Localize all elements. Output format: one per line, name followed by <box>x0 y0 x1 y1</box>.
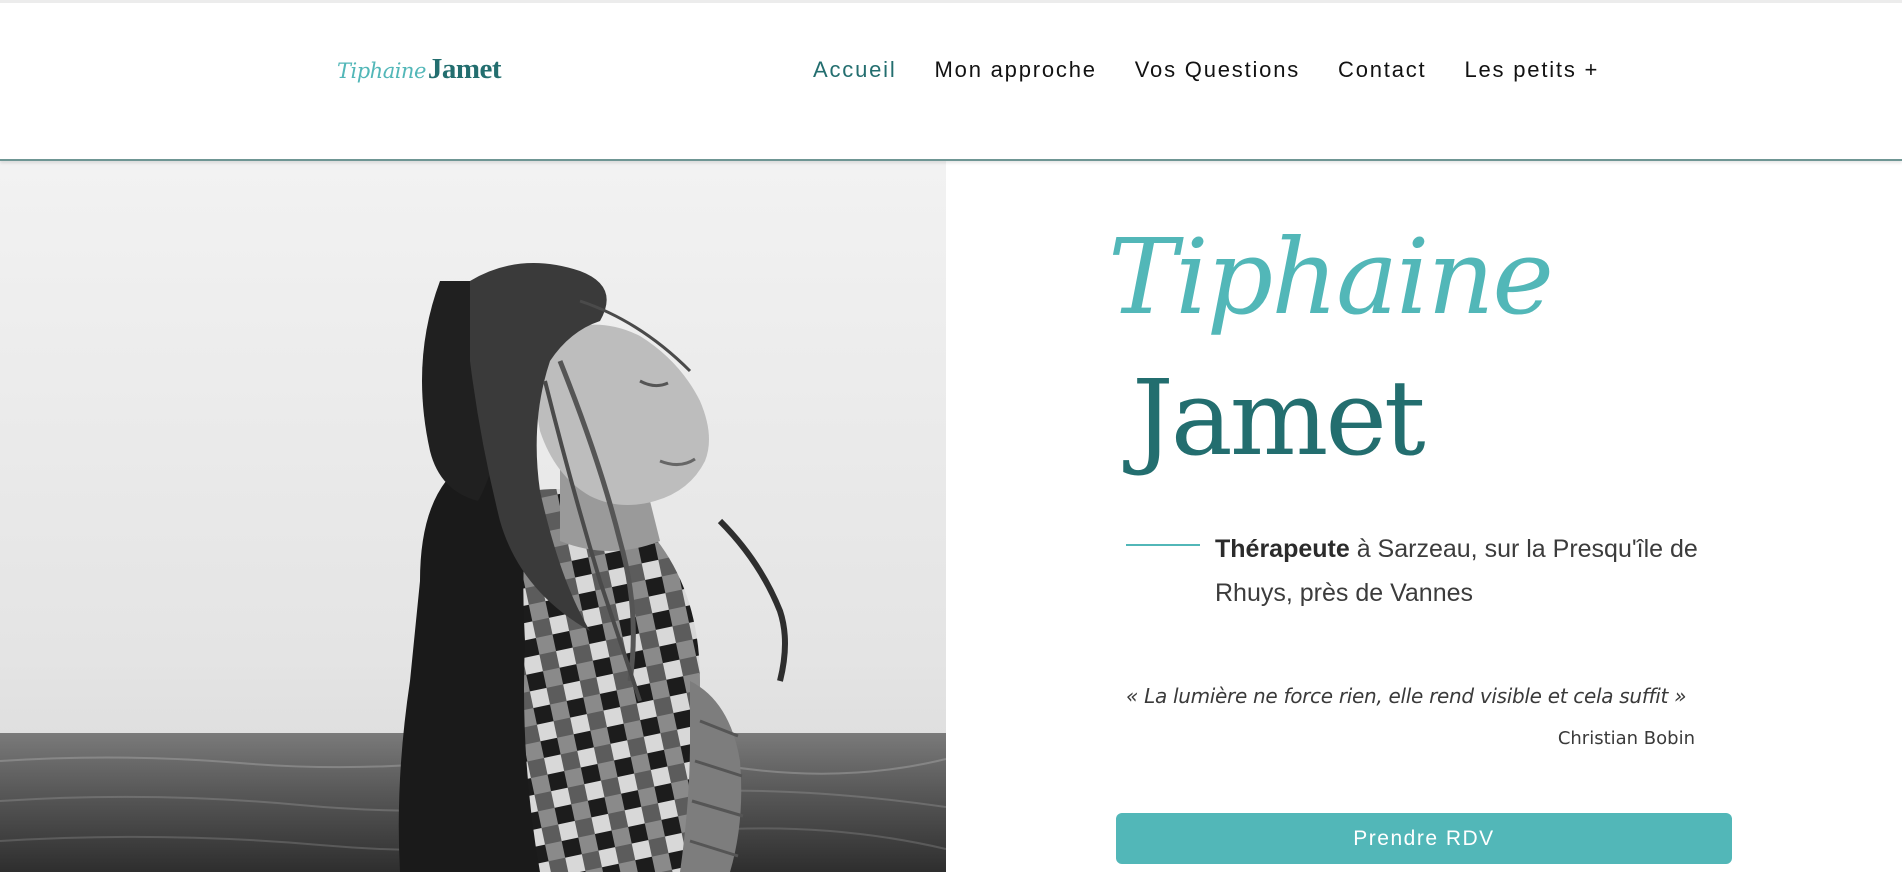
hero-last-name: Jamet <box>1132 357 1426 479</box>
logo-last-name: Jamet <box>427 53 502 85</box>
nav-item-les-petits-plus[interactable]: Les petits + <box>1464 55 1599 85</box>
nav-item-contact[interactable]: Contact <box>1338 55 1426 85</box>
quote-author: Christian Bobin <box>1557 728 1695 749</box>
nav-item-accueil[interactable]: Accueil <box>813 55 897 85</box>
hero-first-name-text: Tiphaine <box>1108 216 1552 338</box>
hero-first-name: Tiphaine <box>1108 195 1554 365</box>
nav-item-mon-approche[interactable]: Mon approche <box>935 55 1097 85</box>
hero-quote: « La lumière ne force rien, elle rend vi… <box>1126 684 1687 708</box>
prendre-rdv-button[interactable]: Prendre RDV <box>1116 813 1732 864</box>
site-logo[interactable]: Tiphaine Jamet <box>337 53 502 87</box>
hero-portrait-photo <box>0 161 946 872</box>
subtitle-divider <box>1126 544 1200 546</box>
logo-first-name: Tiphaine <box>337 59 426 83</box>
hero-subtitle: Thérapeute à Sarzeau, sur la Presqu'île … <box>1215 527 1735 615</box>
main-nav: Accueil Mon approche Vos Questions Conta… <box>813 55 1637 85</box>
site-header: Tiphaine Jamet Accueil Mon approche Vos … <box>0 0 1902 161</box>
nav-item-vos-questions[interactable]: Vos Questions <box>1135 55 1300 85</box>
subtitle-bold: Thérapeute <box>1215 535 1350 563</box>
